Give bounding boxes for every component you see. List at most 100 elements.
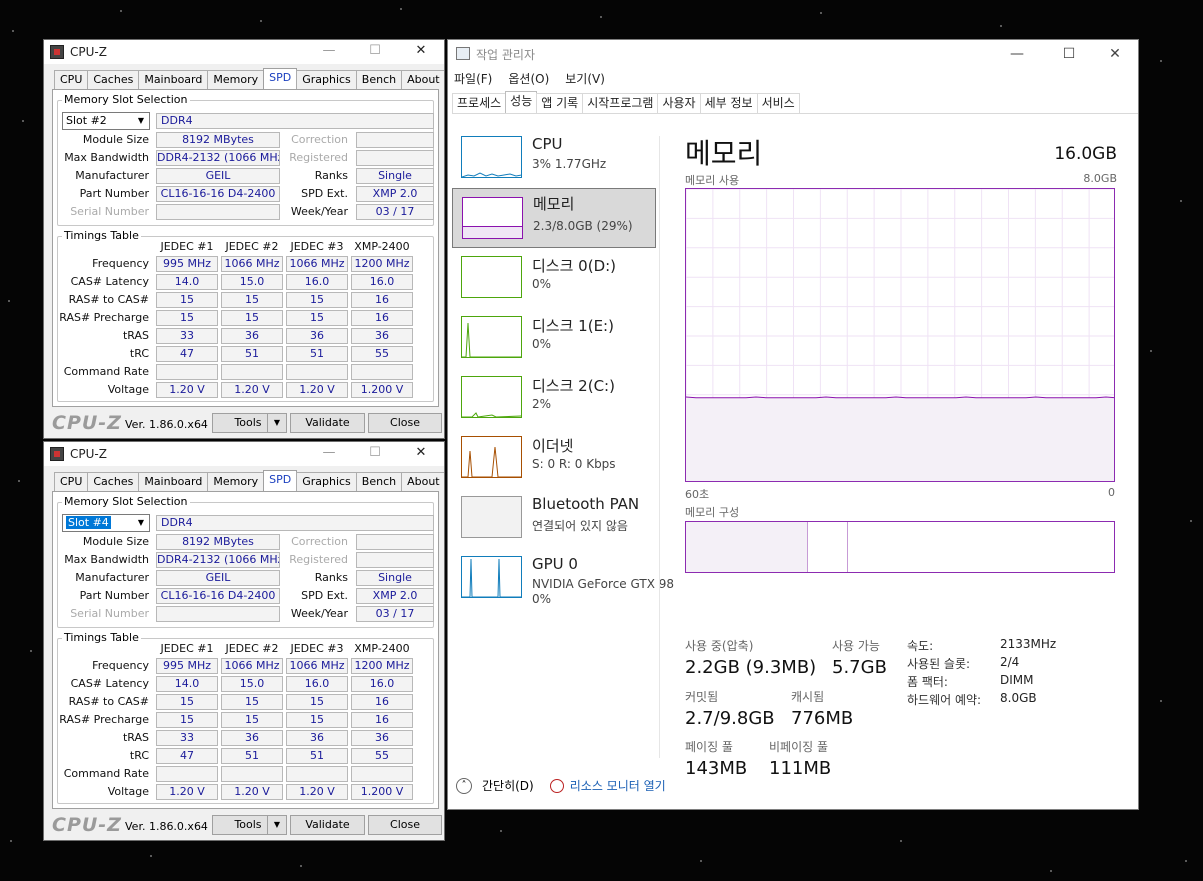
time-axis-right: 0 xyxy=(1108,486,1115,499)
timing-cell: 15 xyxy=(156,694,218,710)
close-icon[interactable]: ✕ xyxy=(1092,40,1138,68)
sidebar-item-2[interactable]: 디스크 0(D:) 0% xyxy=(452,248,656,308)
tab-bar: 프로세스 성능 앱 기록 시작프로그램 사용자 세부 정보 서비스 xyxy=(452,91,1138,114)
spd-ext-value: XMP 2.0 xyxy=(356,186,434,202)
ranks-label: Ranks xyxy=(314,571,348,584)
cached-value: 776MB xyxy=(791,708,854,729)
tab-about[interactable]: About xyxy=(401,70,444,89)
timing-cell: 16 xyxy=(351,292,413,308)
timing-cell: 15 xyxy=(156,310,218,326)
tab-about[interactable]: About xyxy=(401,472,444,491)
close-button[interactable]: Close xyxy=(368,815,442,835)
module-size-value: 8192 MBytes xyxy=(156,132,280,148)
tab-3[interactable]: 시작프로그램 xyxy=(582,93,659,113)
timing-cell: 15.0 xyxy=(221,676,283,692)
tab-memory[interactable]: Memory xyxy=(207,472,265,491)
slot-select[interactable]: Slot #2 ▼ xyxy=(62,112,150,130)
tab-bench[interactable]: Bench xyxy=(355,472,403,491)
tab-caches[interactable]: Caches xyxy=(87,472,140,491)
sidebar-item-7[interactable]: GPU 0 NVIDIA GeForce GTX 98 0% xyxy=(452,548,674,608)
slot-select[interactable]: Slot #4 ▼ xyxy=(62,514,150,532)
timing-cell: 15 xyxy=(221,310,283,326)
tab-memory[interactable]: Memory xyxy=(207,70,265,89)
sidebar-item-detail: 2% xyxy=(532,397,552,411)
timing-cell: 16 xyxy=(351,712,413,728)
timing-cell: 55 xyxy=(351,346,413,362)
memory-usage-graph xyxy=(685,188,1115,482)
maximize-icon[interactable]: ☐ xyxy=(352,442,398,466)
validate-button[interactable]: Validate xyxy=(290,815,365,835)
sidebar-item-6[interactable]: Bluetooth PAN 연결되어 있지 않음 xyxy=(452,488,656,548)
hardware-reserved-value: 8.0GB xyxy=(1000,691,1037,705)
timing-cell: 51 xyxy=(286,346,348,362)
timing-cell: 36 xyxy=(221,328,283,344)
close-button[interactable]: Close xyxy=(368,413,442,433)
tab-graphics[interactable]: Graphics xyxy=(296,472,357,491)
sidebar-item-5[interactable]: 이더넷 S: 0 R: 0 Kbps xyxy=(452,428,656,488)
maximize-icon[interactable]: ☐ xyxy=(352,40,398,64)
menu-file[interactable]: 파일(F) xyxy=(454,70,492,87)
sidebar-item-name: 디스크 2(C:) xyxy=(532,377,615,395)
tab-graphics[interactable]: Graphics xyxy=(296,70,357,89)
sidebar-item-3[interactable]: 디스크 1(E:) 0% xyxy=(452,308,656,368)
sidebar-item-4[interactable]: 디스크 2(C:) 2% xyxy=(452,368,656,428)
tools-dropdown-arrow-icon[interactable]: ▼ xyxy=(267,413,287,433)
minimize-icon[interactable]: — xyxy=(306,40,352,64)
tab-mainboard[interactable]: Mainboard xyxy=(138,472,209,491)
part-number-label: Part Number xyxy=(79,589,149,602)
sidebar-item-name: 이더넷 xyxy=(532,437,574,455)
form-factor-value: DIMM xyxy=(1000,673,1034,687)
validate-button[interactable]: Validate xyxy=(290,413,365,433)
title-bar: CPU-Z — ☐ ✕ xyxy=(44,40,444,64)
tab-1[interactable]: 성능 xyxy=(505,91,538,113)
tab-mainboard[interactable]: Mainboard xyxy=(138,70,209,89)
timing-cell: 33 xyxy=(156,328,218,344)
tab-0[interactable]: 프로세스 xyxy=(452,93,507,113)
timing-cell xyxy=(221,766,283,782)
tab-5[interactable]: 세부 정보 xyxy=(699,93,758,113)
sidebar-item-detail: 연결되어 있지 않음 xyxy=(532,519,628,533)
paged-pool-label: 페이징 풀 xyxy=(685,740,733,754)
timing-cell: 16.0 xyxy=(351,274,413,290)
tab-caches[interactable]: Caches xyxy=(87,70,140,89)
timing-cell: 1066 MHz xyxy=(286,658,348,674)
tab-spd[interactable]: SPD xyxy=(263,470,298,491)
speed-label: 속도: xyxy=(907,639,934,653)
chevron-up-icon[interactable]: ˄ xyxy=(456,777,472,794)
sidebar-item-name: 디스크 1(E:) xyxy=(532,317,614,335)
tools-dropdown-arrow-icon[interactable]: ▼ xyxy=(267,815,287,835)
fewer-details-link[interactable]: 간단히(D) xyxy=(482,777,534,794)
tab-6[interactable]: 서비스 xyxy=(756,93,800,113)
timing-cell: 15 xyxy=(156,292,218,308)
window-title: CPU-Z xyxy=(70,45,107,59)
close-icon[interactable]: ✕ xyxy=(398,442,444,466)
registered-value xyxy=(356,552,434,568)
serial-number-value xyxy=(156,204,280,220)
timing-row-label: Voltage xyxy=(107,785,149,798)
sidebar-item-detail: 3% 1.77GHz xyxy=(532,157,607,171)
tab-spd[interactable]: SPD xyxy=(263,68,298,89)
sidebar-item-1[interactable]: 메모리 2.3/8.0GB (29%) xyxy=(452,188,656,248)
group-label: Memory Slot Selection xyxy=(62,93,190,106)
timing-cell xyxy=(286,364,348,380)
nonpaged-pool-value: 111MB xyxy=(769,758,832,779)
open-resource-monitor-link[interactable]: 리소스 모니터 열기 xyxy=(570,777,666,794)
manufacturer-label: Manufacturer xyxy=(75,571,149,584)
tab-bench[interactable]: Bench xyxy=(355,70,403,89)
timing-cell: 1.200 V xyxy=(351,382,413,398)
maximize-icon[interactable]: ☐ xyxy=(1046,40,1092,68)
minimize-icon[interactable]: — xyxy=(994,40,1040,68)
minimize-icon[interactable]: — xyxy=(306,442,352,466)
tab-4[interactable]: 사용자 xyxy=(657,93,701,113)
tab-cpu[interactable]: CPU xyxy=(54,472,89,491)
max-bandwidth-value: DDR4-2132 (1066 MHz) xyxy=(156,150,280,166)
sidebar-item-0[interactable]: CPU 3% 1.77GHz xyxy=(452,128,656,188)
tab-2[interactable]: 앱 기록 xyxy=(536,93,584,113)
tab-cpu[interactable]: CPU xyxy=(54,70,89,89)
menu-view[interactable]: 보기(V) xyxy=(565,70,605,87)
timing-cell xyxy=(221,364,283,380)
slot-select-value: Slot #4 xyxy=(66,516,111,529)
menu-options[interactable]: 옵션(O) xyxy=(508,70,549,87)
close-icon[interactable]: ✕ xyxy=(398,40,444,64)
group-label: Timings Table xyxy=(62,631,141,644)
